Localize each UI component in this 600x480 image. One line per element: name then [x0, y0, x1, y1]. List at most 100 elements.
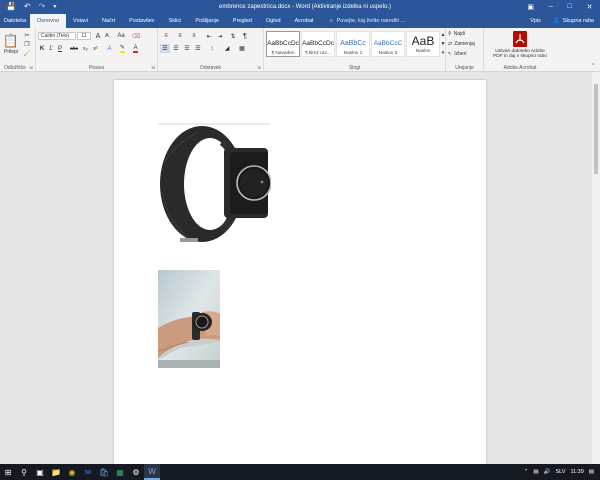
paste-label: Prilepi	[4, 49, 18, 55]
italic-button[interactable]: Ľ	[47, 44, 55, 53]
line-spacing-icon[interactable]: ↕	[206, 44, 218, 53]
redo-icon[interactable]: ↷	[39, 0, 46, 14]
clock[interactable]: 11:39	[570, 469, 583, 475]
font-name-select[interactable]: Calibri (Telo)	[38, 32, 76, 40]
cursor-icon: ↖	[448, 51, 453, 57]
collapse-ribbon-icon[interactable]: ⌃	[588, 62, 598, 70]
shrink-font-button[interactable]: A	[103, 32, 111, 40]
superscript-button[interactable]: x²	[91, 44, 100, 53]
font-color-icon[interactable]: A	[130, 44, 141, 53]
style-title[interactable]: AaB Naslov	[406, 31, 440, 57]
create-pdf-button[interactable]: Ustvari datoteko Adobe PDF in daj v skup…	[486, 29, 554, 61]
tab-acrobat[interactable]: Acrobat	[288, 14, 321, 28]
paste-button[interactable]: 📋 Prilepi	[3, 30, 19, 58]
sign-in-link[interactable]: Vpis	[530, 18, 541, 24]
tab-file[interactable]: Datoteka	[0, 14, 31, 28]
chrome-icon[interactable]: ◉	[64, 464, 80, 480]
tab-view[interactable]: Ogled	[259, 14, 288, 28]
align-right-icon[interactable]: ☰	[182, 44, 192, 53]
underline-button[interactable]: P	[56, 44, 64, 53]
tell-me-box[interactable]: ☼ Povejte, kaj želite narediti ...	[329, 14, 406, 28]
acrobat-pdf-icon	[513, 31, 527, 47]
dialog-launcher-icon[interactable]: ⇲	[29, 65, 33, 71]
style-no-spacing[interactable]: AaBbCcDc ¶ Brez raz...	[301, 31, 335, 57]
tab-layout[interactable]: Postavitev	[122, 14, 161, 28]
justify-icon[interactable]: ☰	[193, 44, 203, 53]
show-marks-button[interactable]: ¶	[240, 32, 250, 40]
clipboard-group: 📋 Prilepi ✂ ❐ 🖌 Odložišče ⇲	[0, 28, 36, 72]
tab-references[interactable]: Sklici	[162, 14, 189, 28]
task-view-icon[interactable]: ▣	[32, 464, 48, 480]
close-icon[interactable]: ✕	[587, 3, 593, 11]
wrist-photo-image[interactable]	[158, 270, 220, 368]
excel-icon[interactable]: ▦	[112, 464, 128, 480]
sort-icon[interactable]: ⇅	[228, 32, 238, 40]
search-icon: ⚲	[448, 31, 452, 37]
bullets-icon[interactable]: ≡	[160, 32, 172, 40]
chevron-up-icon[interactable]: ⌃	[524, 469, 529, 475]
style-name: ¶ Navaden	[271, 51, 295, 56]
scrollbar-thumb[interactable]	[594, 84, 598, 174]
numbering-icon[interactable]: ≡	[174, 32, 186, 40]
change-case-button[interactable]: Aa	[114, 32, 128, 40]
multilevel-list-icon[interactable]: ≡	[188, 32, 200, 40]
paragraph-group: ≡ ≡ ≡ ⇤ ⇥ ⇅ ¶ ☰ ☰ ☰ ☰ ↕ ◢ ▦ Odstavek ⇲	[158, 28, 264, 72]
tab-home[interactable]: Osnovno	[30, 14, 67, 28]
tab-review[interactable]: Pregled	[226, 14, 259, 28]
subscript-button[interactable]: x₂	[81, 44, 90, 53]
acrobat-group-label: Adobe Acrobat	[503, 65, 537, 71]
find-button[interactable]: ⚲ Najdi	[448, 30, 482, 38]
save-icon[interactable]: 💾	[6, 0, 16, 14]
minimize-icon[interactable]: –	[549, 3, 553, 11]
select-button[interactable]: ↖ Izberi	[448, 50, 482, 58]
ribbon-display-icon[interactable]: ▣	[527, 3, 534, 11]
increase-indent-icon[interactable]: ⇥	[215, 32, 225, 40]
notifications-icon[interactable]: ▤	[589, 469, 594, 475]
outlook-icon[interactable]: ✉	[80, 464, 96, 480]
shading-icon[interactable]: ◢	[221, 44, 233, 53]
maximize-icon[interactable]: □	[568, 3, 572, 11]
font-size-select[interactable]: 11	[77, 32, 91, 40]
copy-icon[interactable]: ❐	[22, 40, 32, 48]
network-icon[interactable]: ▤	[533, 469, 538, 475]
create-pdf-line2: PDF in daj v skupno rabo	[493, 54, 547, 59]
grow-font-button[interactable]: A	[94, 32, 102, 40]
vertical-scrollbar[interactable]	[592, 72, 600, 464]
align-left-icon[interactable]: ☰	[160, 44, 170, 53]
undo-icon[interactable]: ↶	[24, 0, 31, 14]
tab-mailings[interactable]: Pošiljanje	[188, 14, 226, 28]
align-center-icon[interactable]: ☰	[171, 44, 181, 53]
find-label: Najdi	[453, 31, 466, 37]
borders-icon[interactable]: ▦	[236, 44, 248, 53]
document-page[interactable]	[114, 80, 486, 470]
style-name: Naslov	[415, 49, 431, 54]
text-effects-icon[interactable]: A	[104, 44, 115, 53]
start-icon[interactable]: ⊞	[0, 464, 16, 480]
paragraph-dialog-launcher-icon[interactable]: ⇲	[257, 65, 261, 71]
customize-icon[interactable]: ▾	[53, 0, 56, 14]
volume-icon[interactable]: 🔊	[544, 469, 551, 475]
bold-button[interactable]: K	[38, 44, 46, 53]
share-button[interactable]: 👤 Skupna raba	[547, 14, 600, 28]
settings-icon[interactable]: ⚙	[128, 464, 144, 480]
replace-button[interactable]: ⇄ Zamenjaj	[448, 40, 482, 48]
cut-icon[interactable]: ✂	[22, 31, 32, 39]
style-heading-2[interactable]: AaBbCcC Naslov 2	[371, 31, 405, 57]
decrease-indent-icon[interactable]: ⇤	[204, 32, 214, 40]
style-heading-1[interactable]: AaBbCc Naslov 1	[336, 31, 370, 57]
format-painter-icon[interactable]: 🖌	[22, 49, 32, 57]
style-normal[interactable]: AaBbCcDc ¶ Navaden	[266, 31, 300, 57]
store-icon[interactable]: 🛍	[96, 464, 112, 480]
file-explorer-icon[interactable]: 📁	[48, 464, 64, 480]
tab-design[interactable]: Načrt	[95, 14, 122, 28]
strikethrough-button[interactable]: abc	[68, 44, 80, 53]
highlight-icon[interactable]: ✎	[117, 44, 128, 53]
search-icon[interactable]: ⚲	[16, 464, 32, 480]
wristband-image[interactable]	[158, 122, 271, 249]
language-indicator[interactable]: SLV	[555, 469, 565, 475]
font-dialog-launcher-icon[interactable]: ⇲	[151, 65, 155, 71]
italic-label: Ľ	[49, 45, 53, 52]
tab-insert[interactable]: Vstavi	[66, 14, 95, 28]
word-icon[interactable]: W	[144, 464, 160, 480]
clear-formatting-icon[interactable]: ⌫	[131, 32, 141, 40]
